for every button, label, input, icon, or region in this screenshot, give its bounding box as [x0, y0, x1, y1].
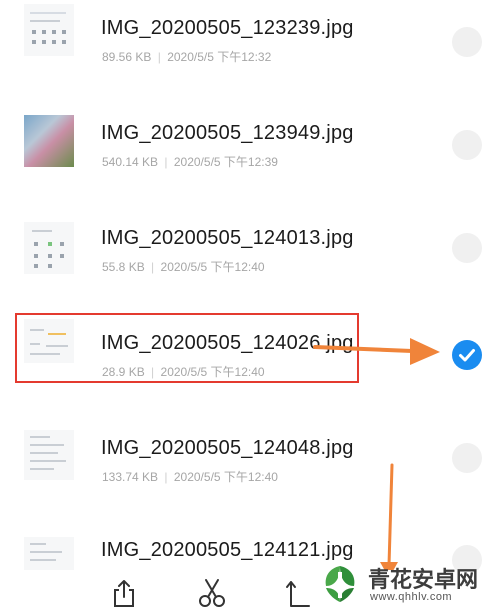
- file-size: 540.14 KB: [102, 155, 159, 169]
- file-row[interactable]: IMG_20200505_123949.jpg 540.14 KB | 2020…: [0, 95, 500, 200]
- file-row[interactable]: IMG_20200505_123239.jpg 89.56 KB | 2020/…: [0, 0, 500, 95]
- file-meta: 89.56 KB | 2020/5/5 下午12:32: [102, 48, 271, 65]
- file-thumbnail: [24, 430, 74, 480]
- select-radio[interactable]: [452, 443, 482, 473]
- watermark-url: www.qhhlv.com: [370, 591, 453, 603]
- select-radio[interactable]: [452, 130, 482, 160]
- checkmark-icon: [459, 349, 475, 362]
- file-row[interactable]: IMG_20200505_124013.jpg 55.8 KB | 2020/5…: [0, 200, 500, 305]
- highlight-box: [15, 313, 359, 383]
- copy-icon[interactable]: [285, 578, 311, 613]
- file-thumbnail: [24, 222, 74, 274]
- file-meta: 55.8 KB | 2020/5/5 下午12:40: [102, 258, 265, 275]
- cut-icon[interactable]: [198, 578, 226, 613]
- file-date: 2020/5/5 下午12:39: [173, 155, 278, 169]
- file-size: 133.74 KB: [102, 470, 159, 484]
- select-radio[interactable]: [452, 233, 482, 263]
- file-meta: 133.74 KB | 2020/5/5 下午12:40: [102, 468, 278, 485]
- file-row[interactable]: IMG_20200505_124048.jpg 133.74 KB | 2020…: [0, 410, 500, 515]
- file-size: 55.8 KB: [102, 260, 145, 274]
- file-name: IMG_20200505_123239.jpg: [101, 17, 354, 39]
- meta-separator: |: [157, 50, 161, 64]
- file-meta: 540.14 KB | 2020/5/5 下午12:39: [102, 153, 278, 170]
- file-name: IMG_20200505_123949.jpg: [101, 122, 354, 144]
- file-thumbnail: [24, 115, 74, 167]
- meta-separator: |: [151, 260, 155, 274]
- file-thumbnail: [24, 537, 74, 570]
- file-thumbnail: [24, 4, 74, 56]
- file-name: IMG_20200505_124048.jpg: [101, 437, 354, 459]
- meta-separator: |: [164, 470, 168, 484]
- meta-separator: |: [164, 155, 168, 169]
- watermark-title: 青花安卓网: [368, 567, 479, 592]
- file-date: 2020/5/5 下午12:40: [173, 470, 278, 484]
- watermark-logo: 青花安卓网 www.qhhlv.com: [312, 556, 500, 612]
- share-icon[interactable]: [111, 578, 137, 613]
- file-date: 2020/5/5 下午12:40: [160, 260, 265, 274]
- select-radio[interactable]: [452, 27, 482, 57]
- file-list: IMG_20200505_123239.jpg 89.56 KB | 2020/…: [0, 0, 500, 570]
- file-size: 89.56 KB: [102, 50, 152, 64]
- select-radio-checked[interactable]: [452, 340, 482, 370]
- file-name: IMG_20200505_124013.jpg: [101, 227, 354, 249]
- leaf-logo-icon: [316, 560, 364, 608]
- file-date: 2020/5/5 下午12:32: [167, 50, 272, 64]
